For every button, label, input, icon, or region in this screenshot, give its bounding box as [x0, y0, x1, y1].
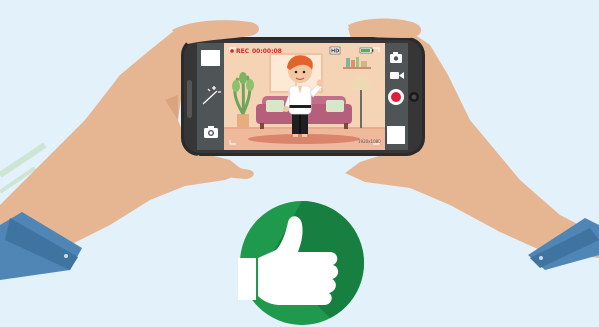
thumbs-up-icon [238, 201, 364, 325]
capture-preview-thumbnail[interactable] [387, 126, 405, 144]
gallery-thumbnail[interactable] [201, 50, 220, 66]
timecode: 00:00:08 [252, 48, 282, 55]
viewfinder: REC 00:00:08 HD 1920x1080 [224, 43, 385, 150]
rec-indicator: REC 00:00:08 [230, 48, 282, 55]
record-icon[interactable] [388, 89, 404, 105]
video-recording-illustration: REC 00:00:08 HD 1920x1080 [0, 18, 599, 325]
resolution-label: 1920x1080 [358, 139, 381, 144]
rec-label: REC [236, 48, 250, 55]
phone: REC 00:00:08 HD 1920x1080 [181, 37, 425, 156]
quality-badge: HD [331, 49, 339, 55]
